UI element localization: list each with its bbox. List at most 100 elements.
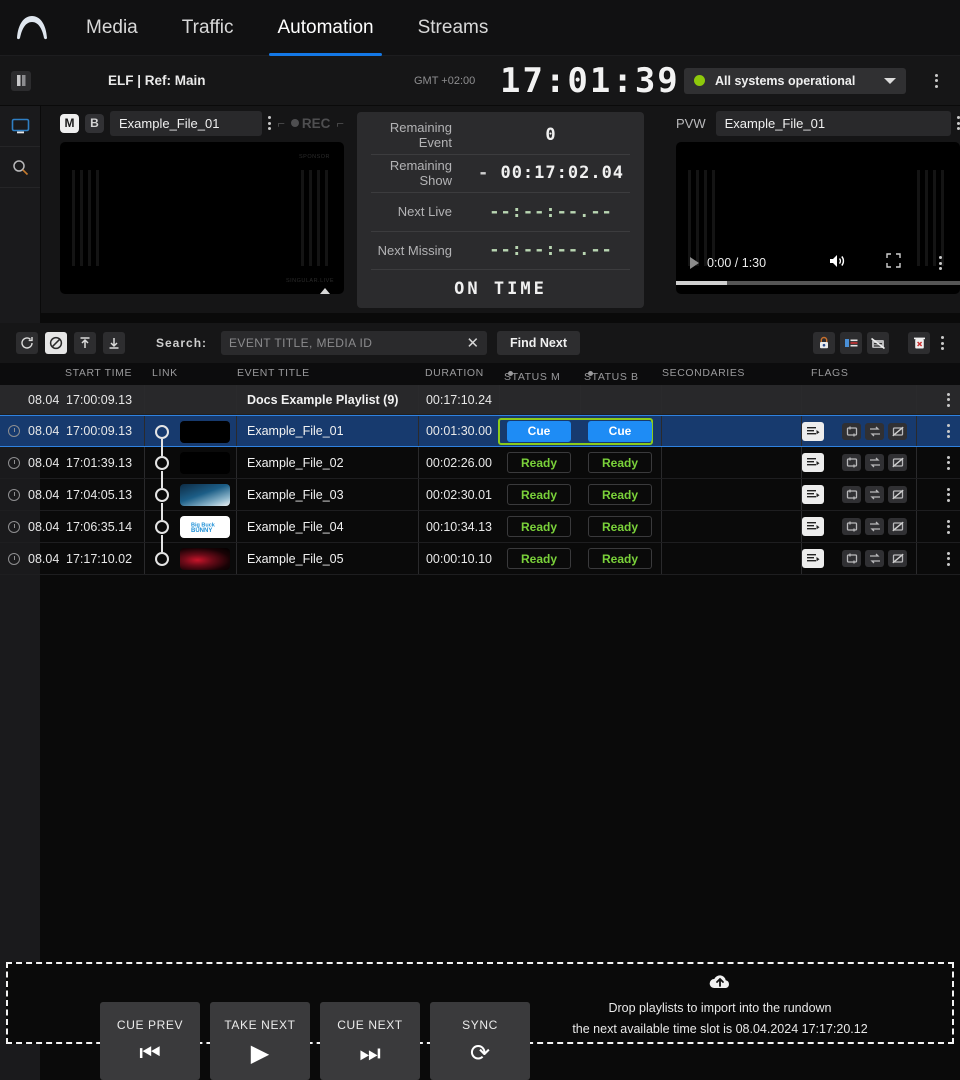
timer-digits: 00:17:02.04 xyxy=(500,163,624,183)
status-m-button[interactable]: Ready xyxy=(507,452,571,473)
badge-b[interactable]: B xyxy=(85,114,104,133)
header-kebab-menu-icon[interactable] xyxy=(935,74,938,88)
row-link-cell[interactable] xyxy=(144,447,236,478)
notes-icon[interactable] xyxy=(802,517,824,536)
row-event-title: Example_File_01 xyxy=(236,424,344,438)
swap-icon[interactable] xyxy=(865,486,884,503)
loop-icon[interactable] xyxy=(842,486,861,503)
table-row[interactable]: 08.04 17:01:39.13 Example_File_02 00:02:… xyxy=(0,447,960,479)
panel-toggle-icon[interactable] xyxy=(11,71,31,91)
sync-button[interactable]: SYNC ⟳ xyxy=(430,1002,530,1080)
sidebar-item-monitor[interactable] xyxy=(0,106,40,147)
cue-prev-button[interactable]: CUE PREV ⏮ xyxy=(100,1002,200,1080)
cue-next-button[interactable]: CUE NEXT ⏭ xyxy=(320,1002,420,1080)
system-status-dropdown[interactable]: All systems operational xyxy=(684,68,906,94)
preview-progress-bar[interactable] xyxy=(676,281,960,285)
tab-streams[interactable]: Streams xyxy=(396,0,511,56)
scroll-bottom-icon[interactable] xyxy=(103,332,125,354)
status-m-button[interactable]: Ready xyxy=(507,484,571,505)
no-signal-icon[interactable] xyxy=(888,518,907,535)
table-row[interactable]: 08.04 17:00:09.13 Example_File_01 00:01:… xyxy=(0,415,960,447)
swap-icon[interactable] xyxy=(865,454,884,471)
swap-icon[interactable] xyxy=(865,518,884,535)
notes-icon[interactable] xyxy=(802,485,824,504)
skip-next-icon: ⏭ xyxy=(359,1042,381,1066)
program-file-field[interactable]: Example_File_01 xyxy=(110,111,262,136)
badge-m[interactable]: M xyxy=(60,114,79,133)
row-link-cell[interactable] xyxy=(144,543,236,574)
block-icon[interactable] xyxy=(45,332,67,354)
find-next-button[interactable]: Find Next xyxy=(497,331,580,355)
rundown-kebab-menu-icon[interactable] xyxy=(941,336,944,350)
no-signal-icon[interactable] xyxy=(888,454,907,471)
notes-icon[interactable] xyxy=(802,549,824,568)
row-link-cell[interactable]: Big BuckBUNNY xyxy=(144,511,236,542)
preview-label: PVW xyxy=(676,116,710,131)
swap-icon[interactable] xyxy=(865,423,884,440)
program-kebab-menu-icon[interactable] xyxy=(268,116,271,130)
row-kebab-menu-icon[interactable] xyxy=(936,511,960,542)
search-input[interactable]: EVENT TITLE, MEDIA ID ✕ xyxy=(221,331,487,355)
tab-automation[interactable]: Automation xyxy=(255,0,395,56)
row-link-cell[interactable] xyxy=(144,479,236,510)
timer-row-next-live: Next Live --:--:--.-- xyxy=(371,193,630,232)
row-start-time: 17:01:39.13 xyxy=(66,447,140,478)
tab-traffic[interactable]: Traffic xyxy=(160,0,256,56)
status-m-button[interactable]: Cue xyxy=(507,421,571,442)
status-m-button[interactable]: Ready xyxy=(507,548,571,569)
no-signal-icon[interactable] xyxy=(888,486,907,503)
loop-icon[interactable] xyxy=(842,550,861,567)
row-event-title: Example_File_05 xyxy=(236,552,344,566)
volume-icon[interactable] xyxy=(828,253,848,274)
status-b-button[interactable]: Ready xyxy=(588,516,652,537)
row-kebab-menu-icon[interactable] xyxy=(936,416,960,446)
row-kebab-menu-icon[interactable] xyxy=(936,447,960,478)
fullscreen-icon[interactable] xyxy=(886,253,901,273)
cue-prev-label: CUE PREV xyxy=(117,1018,183,1032)
loop-icon[interactable] xyxy=(842,423,861,440)
timer-row-remaining-event: Remaining Event 0 xyxy=(371,116,630,155)
status-b-button[interactable]: Ready xyxy=(588,548,652,569)
row-kebab-menu-icon[interactable] xyxy=(936,479,960,510)
sidebar-item-search[interactable] xyxy=(0,147,40,188)
loop-icon[interactable] xyxy=(842,454,861,471)
table-row[interactable]: 08.04 17:06:35.14 Big BuckBUNNY Example_… xyxy=(0,511,960,543)
svg-text:BUNNY: BUNNY xyxy=(191,528,212,534)
no-signal-icon[interactable] xyxy=(888,550,907,567)
refresh-icon[interactable] xyxy=(16,332,38,354)
details-list-icon[interactable] xyxy=(840,332,862,354)
status-b-button[interactable]: Cue xyxy=(588,421,652,442)
timer-row-next-missing: Next Missing --:--:--.-- xyxy=(371,232,630,271)
lock-icon[interactable] xyxy=(813,332,835,354)
status-b-button[interactable]: Ready xyxy=(588,452,652,473)
cue-next-label: CUE NEXT xyxy=(337,1018,402,1032)
table-row[interactable]: 08.04 17:04:05.13 Example_File_03 00:02:… xyxy=(0,479,960,511)
preview-player-kebab-menu-icon[interactable] xyxy=(939,256,942,270)
take-next-button[interactable]: TAKE NEXT ▶ xyxy=(210,1002,310,1080)
play-icon[interactable] xyxy=(690,257,699,269)
swap-icon[interactable] xyxy=(865,550,884,567)
close-icon[interactable]: ✕ xyxy=(466,334,479,352)
notes-icon[interactable] xyxy=(802,422,824,441)
loop-icon[interactable] xyxy=(842,518,861,535)
row-link-cell[interactable] xyxy=(144,416,236,446)
delete-icon[interactable] xyxy=(908,332,930,354)
brand-logo-icon[interactable] xyxy=(0,13,64,43)
playlist-date: 08.04 xyxy=(28,385,66,414)
preview-file-field[interactable]: Example_File_01 xyxy=(716,111,951,136)
program-video-screen[interactable]: SPONSOR SINGULAR.LIVE xyxy=(60,142,344,294)
scroll-top-icon[interactable] xyxy=(74,332,96,354)
tab-media[interactable]: Media xyxy=(64,0,160,56)
table-row[interactable]: 08.04 17:17:10.02 Example_File_05 00:00:… xyxy=(0,543,960,575)
playlist-kebab-menu-icon[interactable] xyxy=(936,385,960,414)
playlist-row[interactable]: 08.04 17:00:09.13 Docs Example Playlist … xyxy=(0,385,960,415)
status-m-button[interactable]: Ready xyxy=(507,516,571,537)
row-kebab-menu-icon[interactable] xyxy=(936,543,960,574)
no-signal-icon[interactable] xyxy=(888,423,907,440)
column-header-flags: FLAGS xyxy=(811,367,848,379)
preview-video-screen[interactable]: 0:00 / 1:30 xyxy=(676,142,960,294)
no-subtitles-icon[interactable] xyxy=(867,332,889,354)
status-b-button[interactable]: Ready xyxy=(588,484,652,505)
notes-icon[interactable] xyxy=(802,453,824,472)
row-secondaries xyxy=(662,416,802,446)
